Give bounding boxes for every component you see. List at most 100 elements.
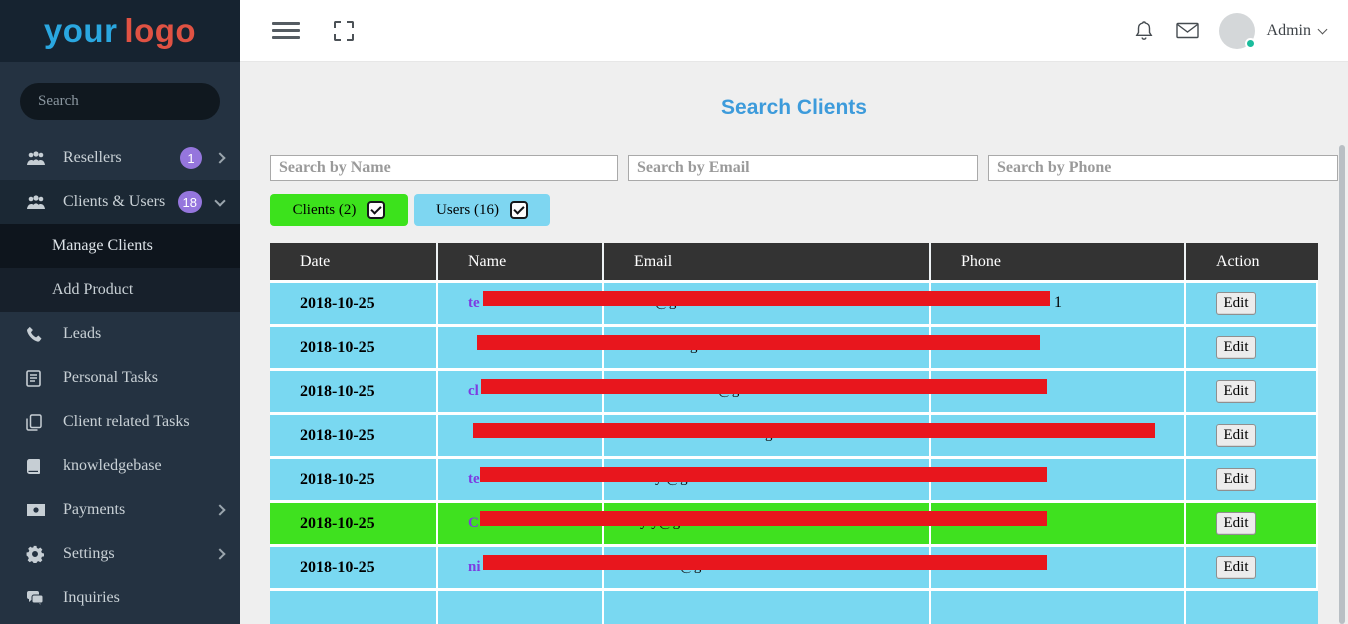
sidebar-item-label: Resellers — [63, 149, 122, 167]
cell-action: Edit — [1186, 547, 1318, 588]
sidebar-item-label: Leads — [63, 325, 101, 343]
column-header-action: Action — [1186, 243, 1318, 280]
table-row: 2018-10-25 ni Edit @g — [270, 547, 1318, 591]
table-row — [270, 591, 1318, 624]
cell-action: Edit — [1186, 283, 1318, 324]
table-row: 2018-10-25 cl Edit @g — [270, 371, 1318, 415]
cell-email — [604, 591, 931, 624]
sidebar-scrollbar[interactable] — [1339, 145, 1345, 624]
redaction-bar — [483, 291, 1050, 306]
sidebar-search-input[interactable] — [20, 83, 220, 120]
chevron-right-icon — [214, 504, 225, 515]
topbar: Admin — [240, 0, 1348, 62]
cell-action: Edit — [1186, 415, 1318, 456]
sidebar-item-add-product[interactable]: Add Product — [0, 268, 240, 312]
redaction-bar — [480, 511, 1047, 526]
topbar-right: Admin — [1134, 13, 1348, 49]
cell-date: 2018-10-25 — [270, 327, 438, 368]
chevron-down-icon — [214, 195, 225, 206]
search-by-email-input[interactable] — [628, 155, 978, 181]
clients-table: Date Name Email Phone Action 2018-10-25 … — [270, 243, 1318, 624]
sidebar-item-client-related-tasks[interactable]: Client related Tasks — [0, 400, 240, 444]
cell-date: 2018-10-25 — [270, 371, 438, 412]
messages-envelope-icon[interactable] — [1176, 22, 1199, 39]
edit-button[interactable]: Edit — [1216, 292, 1256, 315]
chevron-right-icon — [214, 152, 225, 163]
phone-suffix: 1 — [1054, 294, 1062, 312]
users-icon — [26, 194, 50, 210]
sidebar-item-label: Payments — [63, 501, 125, 519]
sidebar-item-clients-users[interactable]: Clients & Users 18 — [0, 180, 240, 224]
clients-filter-toggle[interactable]: Clients (2) — [270, 194, 408, 226]
brand-logo[interactable]: yourlogo — [44, 12, 196, 50]
chat-icon — [26, 590, 50, 606]
sidebar-item-inquiries[interactable]: Inquiries — [0, 576, 240, 620]
user-menu-label[interactable]: Admin — [1267, 22, 1311, 40]
logo-area: yourlogo — [0, 0, 240, 62]
users-icon — [26, 150, 50, 166]
cell-date: 2018-10-25 — [270, 547, 438, 588]
money-icon — [26, 503, 50, 517]
clients-users-count-badge: 18 — [178, 191, 202, 213]
column-header-date: Date — [270, 243, 438, 280]
brand-logo-part1: your — [44, 12, 118, 49]
sidebar-item-manage-clients[interactable]: Manage Clients — [0, 224, 240, 268]
sidebar-item-leads[interactable]: Leads — [0, 312, 240, 356]
sidebar-item-settings[interactable]: Settings — [0, 532, 240, 576]
cell-date: 2018-10-25 — [270, 459, 438, 500]
cell-name — [438, 591, 604, 624]
book-icon — [26, 458, 50, 475]
sidebar-item-label: Add Product — [52, 281, 133, 299]
edit-button[interactable]: Edit — [1216, 468, 1256, 491]
column-header-email: Email — [604, 243, 931, 280]
sidebar-item-label: Personal Tasks — [63, 369, 158, 387]
copy-icon — [26, 414, 50, 431]
page-title: Search Clients — [240, 96, 1348, 120]
column-header-phone: Phone — [931, 243, 1186, 280]
fullscreen-icon[interactable] — [334, 21, 354, 41]
edit-button[interactable]: Edit — [1216, 556, 1256, 579]
users-filter-checkbox[interactable] — [510, 201, 528, 219]
edit-button[interactable]: Edit — [1216, 336, 1256, 359]
cell-action: Edit — [1186, 371, 1318, 412]
sidebar-item-label: Settings — [63, 545, 115, 563]
edit-button[interactable]: Edit — [1216, 424, 1256, 447]
sidebar-item-personal-tasks[interactable]: Personal Tasks — [0, 356, 240, 400]
table-row-highlighted: 2018-10-25 C Edit y y@g — [270, 503, 1318, 547]
cell-action: Edit — [1186, 503, 1318, 544]
column-header-name: Name — [438, 243, 604, 280]
sidebar-item-label: knowledgebase — [63, 457, 162, 475]
table-row: 2018-10-25 Edit g — [270, 327, 1318, 371]
sidebar-item-knowledgebase[interactable]: knowledgebase — [0, 444, 240, 488]
sidebar-item-label: Clients & Users — [63, 193, 165, 211]
cell-action: Edit — [1186, 459, 1318, 500]
notifications-bell-icon[interactable] — [1134, 20, 1154, 42]
clients-filter-checkbox[interactable] — [367, 201, 385, 219]
edit-button[interactable]: Edit — [1216, 512, 1256, 535]
redaction-bar — [477, 335, 1040, 350]
sidebar-item-payments[interactable]: Payments — [0, 488, 240, 532]
chevron-right-icon — [214, 548, 225, 559]
user-menu-chevron-down-icon[interactable] — [1318, 24, 1328, 34]
sidebar-item-label: Client related Tasks — [63, 413, 190, 431]
cell-action: Edit — [1186, 327, 1318, 368]
redaction-bar — [483, 555, 1047, 570]
table-row: 2018-10-25 Edit g — [270, 415, 1318, 459]
phone-icon — [26, 326, 50, 343]
redaction-bar — [481, 379, 1047, 394]
search-by-name-input[interactable] — [270, 155, 618, 181]
hamburger-menu-icon[interactable] — [272, 18, 300, 43]
cell-action — [1186, 591, 1318, 624]
clients-filter-label: Clients (2) — [293, 202, 357, 219]
users-filter-label: Users (16) — [436, 202, 499, 219]
search-by-phone-input[interactable] — [988, 155, 1338, 181]
online-status-dot — [1245, 38, 1256, 49]
sidebar-item-label: Inquiries — [63, 589, 120, 607]
user-avatar[interactable] — [1219, 13, 1255, 49]
edit-button[interactable]: Edit — [1216, 380, 1256, 403]
sidebar: yourlogo Resellers 1 Clients & Users 18 … — [0, 0, 240, 624]
resellers-count-badge: 1 — [180, 147, 202, 169]
brand-logo-part2: logo — [124, 12, 196, 49]
users-filter-toggle[interactable]: Users (16) — [414, 194, 550, 226]
sidebar-item-resellers[interactable]: Resellers 1 — [0, 136, 240, 180]
